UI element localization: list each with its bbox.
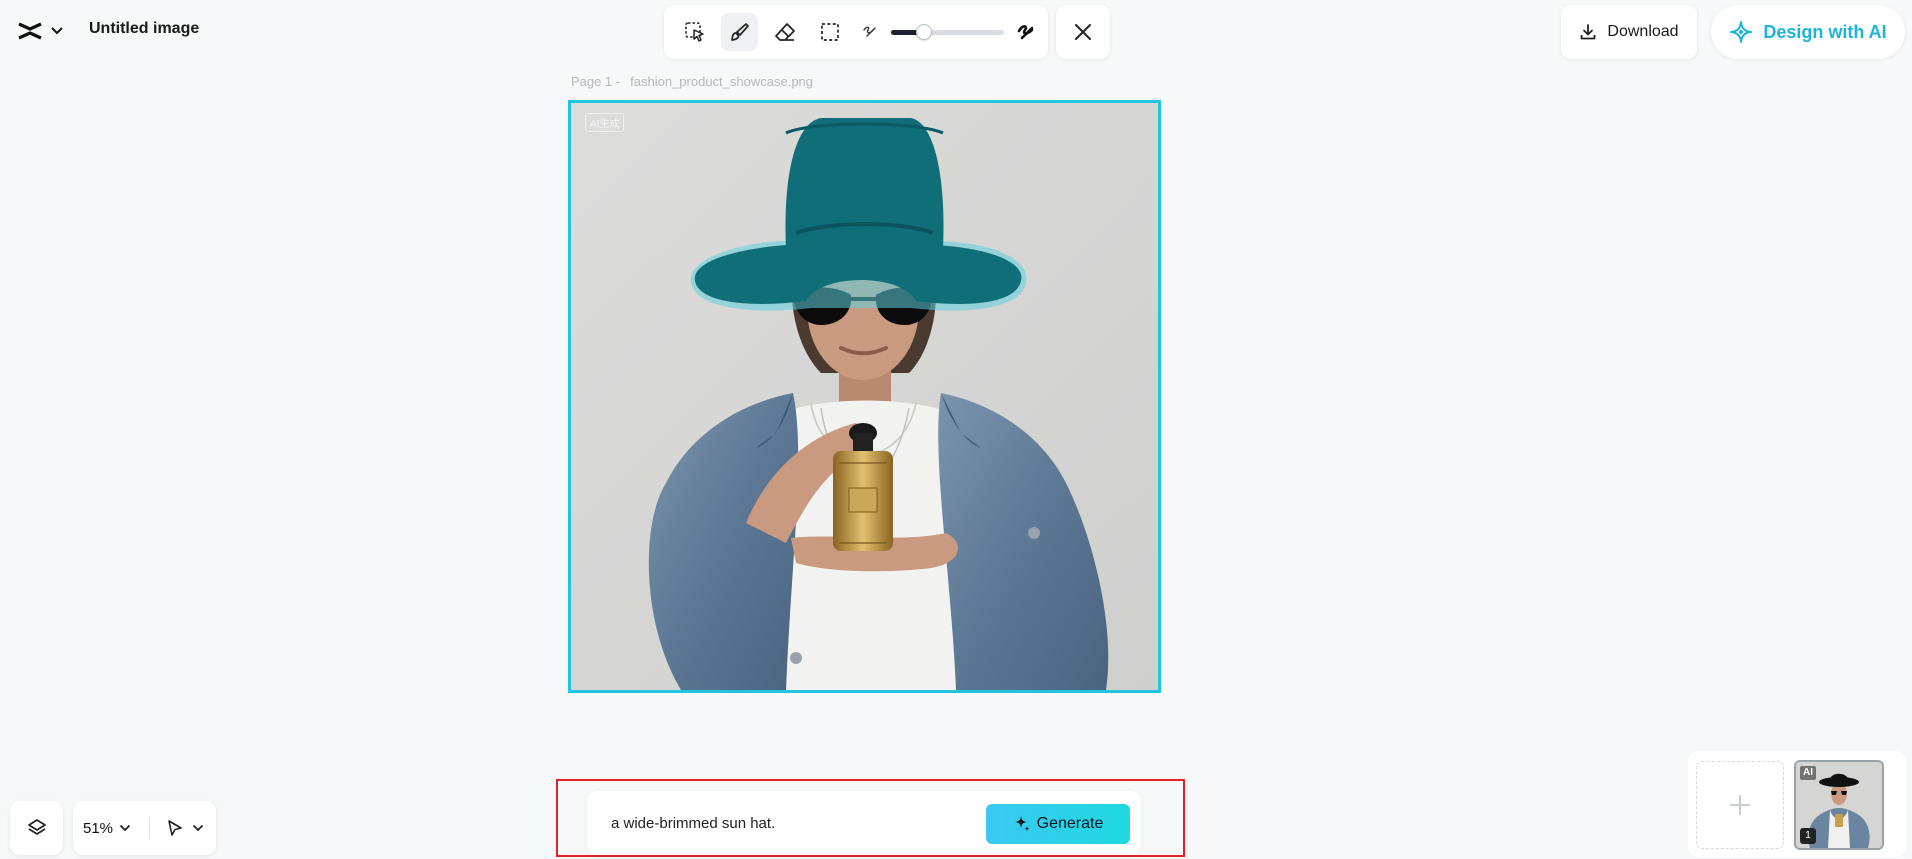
eraser-tool[interactable] <box>766 13 803 51</box>
download-icon <box>1579 23 1597 41</box>
plus-icon <box>1727 792 1753 818</box>
lasso-select-icon <box>684 21 706 43</box>
small-brush-size-icon <box>861 23 879 41</box>
layers-button[interactable] <box>10 801 63 855</box>
ai-badge: AI <box>1800 766 1816 780</box>
ai-watermark: AI生成 <box>585 113 625 132</box>
rect-select-tool[interactable] <box>811 13 848 51</box>
mask-toolbar <box>664 5 1048 59</box>
zoom-dropdown[interactable]: 51% <box>83 820 131 837</box>
sparkle-icon <box>1013 815 1031 833</box>
pointer-icon <box>166 819 184 837</box>
product-photo <box>571 103 1158 690</box>
large-brush-size-icon <box>1016 22 1036 42</box>
slider-thumb[interactable] <box>915 24 932 40</box>
chevron-down-icon <box>192 824 204 832</box>
chevron-down-icon <box>50 26 64 36</box>
page-number-label: Page 1 - <box>571 74 621 89</box>
zoom-controls: 51% <box>73 801 216 855</box>
page-thumbnail[interactable]: AI 1 <box>1794 760 1884 850</box>
app-menu[interactable] <box>16 16 64 46</box>
download-button[interactable]: Download <box>1561 5 1697 59</box>
file-name-label: fashion_product_showcase.png <box>630 74 814 89</box>
close-icon <box>1073 22 1093 42</box>
brush-size-slider[interactable] <box>890 21 1005 43</box>
layers-icon <box>27 818 47 838</box>
prompt-bar: Generate <box>587 791 1141 855</box>
brush-tool[interactable] <box>721 13 759 51</box>
download-label: Download <box>1607 23 1679 40</box>
pointer-dropdown[interactable] <box>166 819 204 837</box>
prompt-input[interactable] <box>611 811 951 835</box>
lasso-select-tool[interactable] <box>676 13 713 51</box>
eraser-icon <box>774 21 796 43</box>
capcut-logo-icon <box>16 20 44 42</box>
brush-icon <box>729 21 751 43</box>
page-label: Page 1 - fashion_product_showcase.png <box>571 74 813 89</box>
add-page-button[interactable] <box>1696 761 1784 849</box>
chevron-down-icon <box>119 824 131 832</box>
zoom-level: 51% <box>83 819 114 837</box>
pages-panel: AI 1 <box>1688 751 1906 857</box>
image-canvas[interactable]: AI生成 <box>568 100 1161 693</box>
design-with-ai-label: Design with AI <box>1763 21 1887 42</box>
design-with-ai-button[interactable]: Design with AI <box>1711 5 1905 59</box>
document-title[interactable]: Untitled image <box>89 20 199 38</box>
divider <box>149 817 151 839</box>
generate-button[interactable]: Generate <box>986 804 1130 844</box>
close-button[interactable] <box>1056 5 1110 59</box>
generate-label: Generate <box>1036 815 1104 832</box>
rect-select-icon <box>819 21 841 43</box>
page-number-badge: 1 <box>1800 828 1816 844</box>
ai-sparkle-icon <box>1729 20 1753 44</box>
